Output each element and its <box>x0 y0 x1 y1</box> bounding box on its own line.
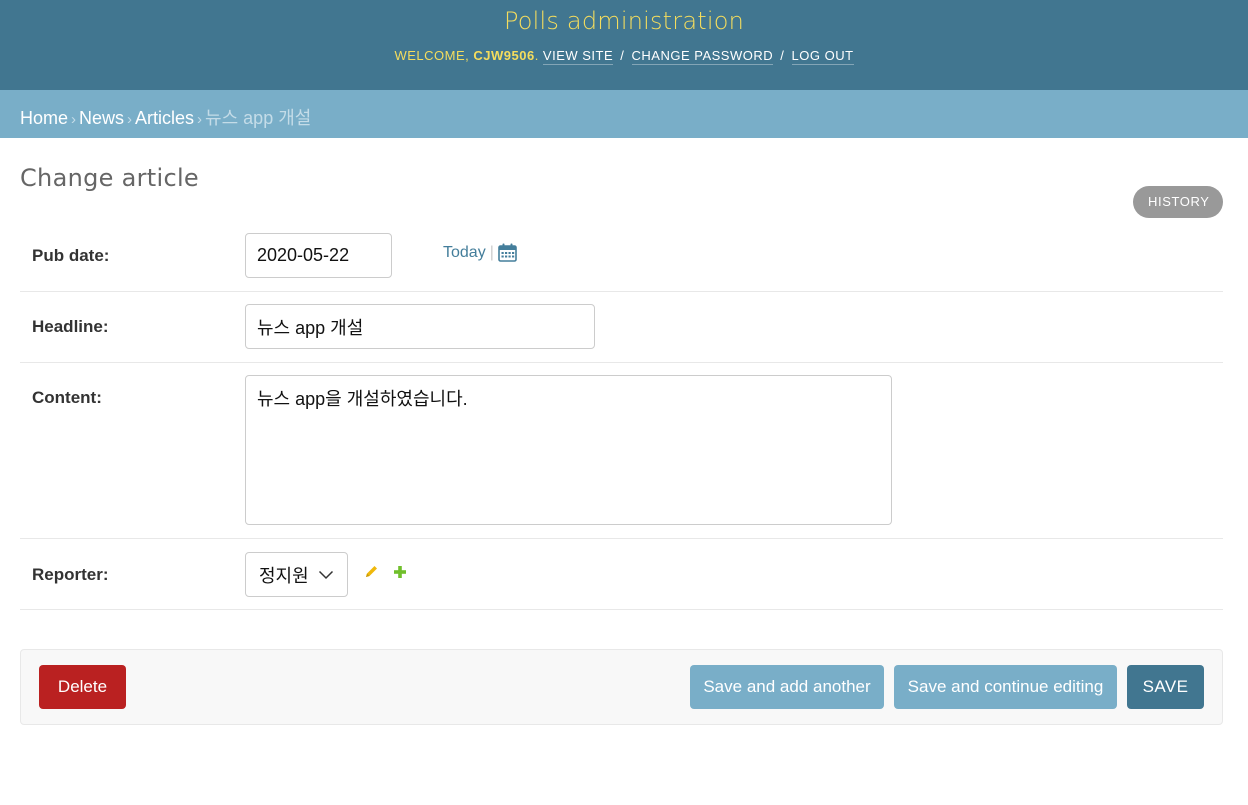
user-tools: WELCOME, CJW9506. VIEW SITE / CHANGE PAS… <box>0 48 1248 65</box>
breadcrumb: Home › News › Articles › 뉴스 app 개설 <box>0 90 1248 138</box>
content-textarea[interactable]: 뉴스 app을 개설하였습니다. <box>245 375 892 525</box>
welcome-suffix: . <box>534 48 543 63</box>
headline-input[interactable]: 뉴스 app 개설 <box>245 304 595 349</box>
pub-date-input[interactable]: 2020-05-22 <box>245 233 392 278</box>
pencil-icon[interactable] <box>364 564 379 584</box>
headline-label: Headline: <box>32 317 109 336</box>
related-widget-links <box>364 564 421 584</box>
save-and-continue-button[interactable]: Save and continue editing <box>894 665 1117 709</box>
log-out-link[interactable]: LOG OUT <box>791 48 854 65</box>
form-row-pub-date: Pub date: 2020-05-22 Today | <box>20 220 1223 292</box>
reporter-selected-value: 정지원 <box>259 565 309 586</box>
calendar-icon[interactable] <box>498 243 517 262</box>
breadcrumb-separator: › <box>71 111 77 128</box>
breadcrumb-current: 뉴스 app 개설 <box>205 108 312 128</box>
shortcut-separator: | <box>489 243 494 261</box>
plus-icon[interactable] <box>393 565 407 584</box>
delete-button[interactable]: Delete <box>39 665 126 709</box>
form-row-content: Content: 뉴스 app을 개설하였습니다. <box>20 363 1223 539</box>
save-and-add-another-button[interactable]: Save and add another <box>690 665 884 709</box>
breadcrumb-separator: › <box>127 111 133 128</box>
header: Polls administration WELCOME, CJW9506. V… <box>0 0 1248 90</box>
breadcrumb-news[interactable]: News <box>79 108 124 128</box>
form-row-headline: Headline: 뉴스 app 개설 <box>20 292 1223 363</box>
history-button[interactable]: HISTORY <box>1133 186 1223 218</box>
today-link[interactable]: Today <box>443 244 486 262</box>
breadcrumb-articles[interactable]: Articles <box>135 108 194 128</box>
page-title: Change article <box>20 164 199 192</box>
submit-row: Delete Save and add another Save and con… <box>20 649 1223 725</box>
change-password-link[interactable]: CHANGE PASSWORD <box>631 48 774 65</box>
reporter-label: Reporter: <box>32 565 109 584</box>
pub-date-label: Pub date: <box>32 246 110 265</box>
reporter-select[interactable]: 정지원 <box>245 552 348 597</box>
save-button[interactable]: SAVE <box>1127 665 1204 709</box>
breadcrumb-home[interactable]: Home <box>20 108 68 128</box>
form-row-reporter: Reporter: 정지원 <box>20 539 1223 610</box>
welcome-text: WELCOME, <box>394 48 474 63</box>
main-content: Change article HISTORY Pub date: 2020-05… <box>0 164 1248 725</box>
chevron-down-icon <box>318 564 334 585</box>
article-form: Pub date: 2020-05-22 Today | Headline: 뉴… <box>20 220 1223 610</box>
site-name[interactable]: Polls administration <box>0 0 1248 35</box>
separator: / <box>620 48 625 63</box>
view-site-link[interactable]: VIEW SITE <box>542 48 614 65</box>
breadcrumb-separator: › <box>197 111 203 128</box>
save-button-group: Save and add another Save and continue e… <box>690 665 1204 709</box>
content-label: Content: <box>32 388 102 407</box>
username: CJW9506 <box>473 48 535 63</box>
separator: / <box>780 48 785 63</box>
date-shortcuts: Today | <box>443 243 517 262</box>
